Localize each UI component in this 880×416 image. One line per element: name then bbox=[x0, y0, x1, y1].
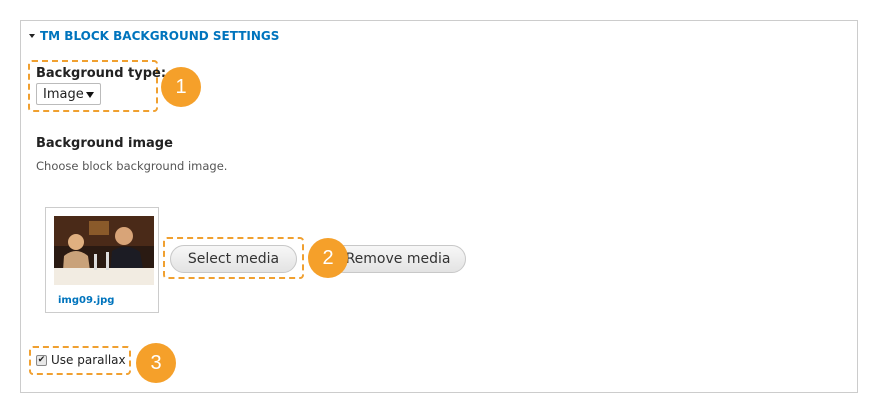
dropdown-arrow-icon bbox=[86, 92, 94, 98]
background-type-select[interactable]: Image bbox=[36, 83, 101, 105]
caret-down-icon bbox=[29, 34, 35, 38]
background-image-label: Background image bbox=[36, 136, 173, 151]
checkmark-icon: ✔ bbox=[37, 354, 46, 365]
background-type-value: Image bbox=[43, 86, 84, 102]
callout-badge-2: 2 bbox=[308, 238, 348, 278]
parallax-checkbox[interactable]: ✔ bbox=[36, 354, 47, 366]
media-file-name[interactable]: img09.jpg bbox=[58, 295, 114, 306]
callout-badge-1: 1 bbox=[161, 67, 201, 107]
media-thumbnail-card[interactable]: img09.jpg bbox=[45, 207, 159, 313]
callout-badge-3: 3 bbox=[136, 343, 176, 383]
background-type-label: Background type: bbox=[36, 66, 167, 81]
parallax-label: Use parallax bbox=[51, 353, 126, 367]
media-thumbnail-image bbox=[54, 216, 154, 285]
select-media-button[interactable]: Select media bbox=[170, 245, 297, 273]
section-toggle[interactable]: TM BLOCK BACKGROUND SETTINGS bbox=[29, 29, 279, 43]
remove-media-button[interactable]: Remove media bbox=[330, 245, 466, 273]
background-image-description: Choose block background image. bbox=[36, 159, 228, 173]
section-title: TM BLOCK BACKGROUND SETTINGS bbox=[40, 29, 280, 43]
parallax-option[interactable]: ✔ Use parallax bbox=[36, 353, 126, 367]
